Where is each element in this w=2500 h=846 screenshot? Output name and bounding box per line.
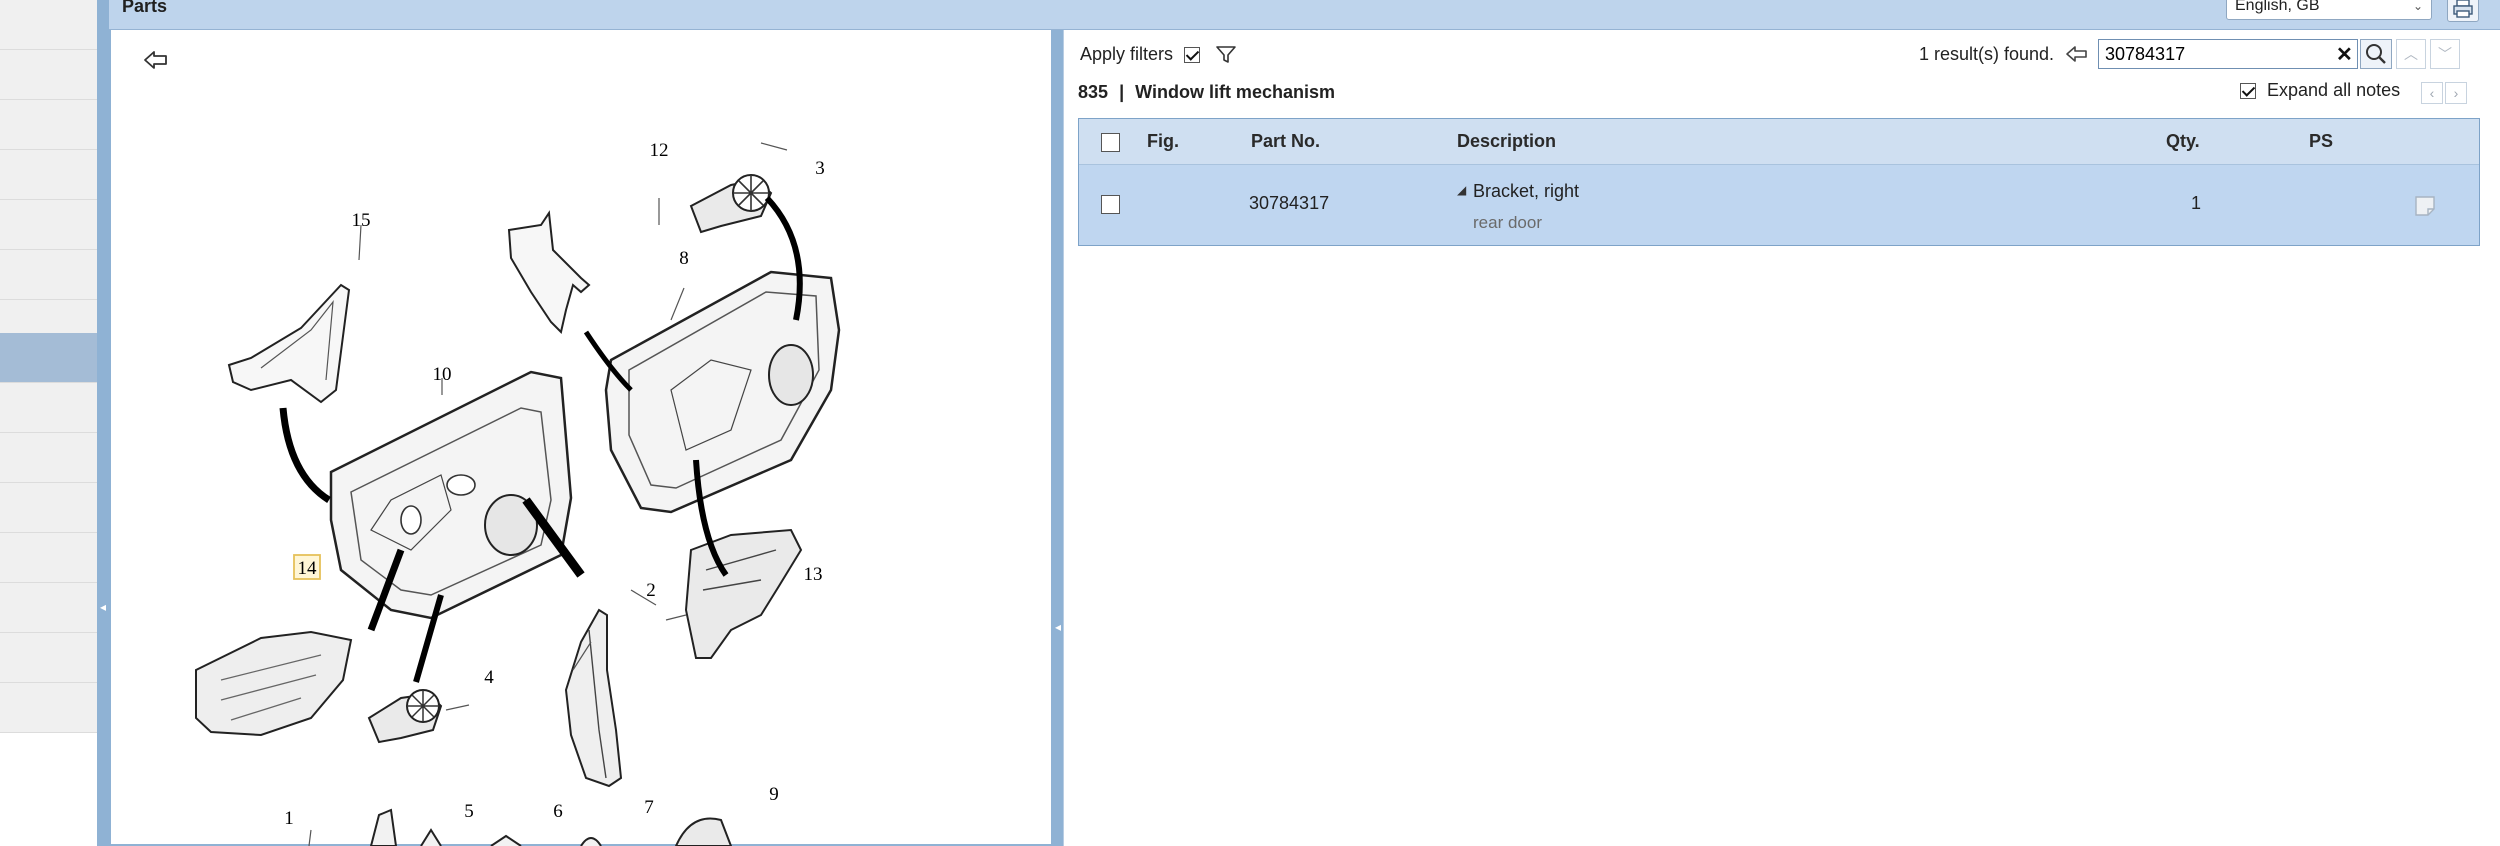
- column-description[interactable]: Description: [1457, 131, 1556, 152]
- nav-tab[interactable]: [0, 433, 97, 483]
- column-part-no[interactable]: Part No.: [1251, 131, 1320, 152]
- search-input[interactable]: [2098, 39, 2358, 69]
- callout-15[interactable]: 15: [352, 210, 371, 231]
- note-previous-button[interactable]: ‹: [2421, 82, 2443, 104]
- callout-9[interactable]: 9: [769, 784, 779, 805]
- left-navigation: [0, 0, 97, 846]
- expand-notes-label: Expand all notes: [2267, 80, 2401, 100]
- table-header: Fig. Part No. Description Qty. PS: [1079, 119, 2479, 165]
- apply-filters-label: Apply filters: [1080, 44, 1174, 64]
- note-icon[interactable]: [2414, 195, 2436, 217]
- collapse-grip-icon[interactable]: ◂: [100, 600, 106, 614]
- row-description: Bracket, right: [1473, 181, 1580, 201]
- callout-4[interactable]: 4: [484, 667, 494, 688]
- nav-splitter[interactable]: ◂: [97, 0, 109, 846]
- next-result-button[interactable]: ﹀: [2430, 39, 2460, 69]
- language-select[interactable]: English, GB ⌄: [2226, 0, 2432, 20]
- illustration-panel: 15 12 3 8 10 14 2 13 4 1 5 6 7 9: [109, 30, 1053, 846]
- search-back-button[interactable]: [2064, 42, 2090, 66]
- nav-tab-active[interactable]: [0, 333, 97, 383]
- arrow-left-icon: [2066, 46, 2087, 62]
- row-note: rear door: [1473, 213, 1542, 232]
- row-checkbox[interactable]: [1101, 195, 1120, 214]
- header-bar: Parts English, GB ⌄: [109, 0, 2500, 30]
- parts-table: Fig. Part No. Description Qty. PS 307843…: [1078, 118, 2480, 246]
- nav-tab[interactable]: [0, 200, 97, 250]
- page-title: Parts: [122, 0, 168, 16]
- chevron-left-icon: ‹: [2429, 85, 2435, 101]
- expand-all-notes: Expand all notes: [2240, 80, 2400, 101]
- funnel-icon[interactable]: [1215, 45, 1237, 65]
- callout-8[interactable]: 8: [679, 248, 689, 269]
- collapse-grip-icon[interactable]: ◂: [1055, 620, 1061, 634]
- callout-14[interactable]: 14: [298, 558, 318, 579]
- callout-6[interactable]: 6: [553, 801, 563, 822]
- panel-splitter[interactable]: ◂: [1053, 30, 1063, 846]
- callout-1[interactable]: 1: [284, 808, 294, 829]
- row-part-no: 30784317: [1249, 193, 1330, 213]
- note-next-button[interactable]: ›: [2445, 82, 2467, 104]
- previous-result-button[interactable]: ︿: [2396, 39, 2426, 69]
- group-number: 835: [1078, 82, 1109, 102]
- nav-tab[interactable]: [0, 483, 97, 533]
- column-ps[interactable]: PS: [2309, 131, 2333, 152]
- group-heading: 835 | Window lift mechanism: [1078, 82, 1335, 103]
- chevron-up-icon: ︿: [2404, 46, 2418, 62]
- chevron-down-icon: ﹀: [2438, 46, 2452, 62]
- language-value: English, GB: [2235, 0, 2320, 14]
- apply-filters: Apply filters: [1080, 44, 1237, 65]
- row-qty: 1: [2191, 193, 2202, 213]
- expand-notes-checkbox[interactable]: [2240, 83, 2256, 100]
- table-row[interactable]: 30784317 ◢ Bracket, right rear door 1: [1079, 165, 2479, 245]
- callout-13[interactable]: 13: [804, 564, 823, 585]
- chevron-right-icon: ›: [2453, 85, 2459, 101]
- nav-tab[interactable]: [0, 683, 97, 733]
- callout-2[interactable]: 2: [646, 580, 656, 601]
- nav-tab[interactable]: [0, 150, 97, 200]
- callout-10[interactable]: 10: [433, 364, 452, 385]
- magnifier-icon: [2366, 44, 2386, 64]
- nav-tab[interactable]: [0, 583, 97, 633]
- nav-tab[interactable]: [0, 533, 97, 583]
- callout-7[interactable]: 7: [644, 797, 654, 818]
- column-qty[interactable]: Qty.: [2166, 131, 2200, 152]
- nav-tab[interactable]: [0, 250, 97, 300]
- print-button[interactable]: [2447, 0, 2479, 22]
- group-separator: |: [1119, 82, 1125, 102]
- nav-tab[interactable]: [0, 50, 97, 100]
- search-button[interactable]: [2360, 39, 2392, 69]
- result-count: 1 result(s) found.: [1919, 44, 2055, 64]
- parts-panel: Apply filters 1 result(s) found. ✕ ︿ ﹀ 8…: [1063, 30, 2500, 846]
- printer-icon: [2453, 0, 2473, 18]
- callout-3[interactable]: 3: [815, 158, 825, 179]
- nav-tab[interactable]: [0, 100, 97, 150]
- nav-tab[interactable]: [0, 633, 97, 683]
- nav-tab[interactable]: [0, 383, 97, 433]
- callout-12[interactable]: 12: [650, 140, 669, 161]
- exploded-parts-diagram[interactable]: 15 12 3 8 10 14 2 13 4 1 5 6 7 9: [111, 30, 1051, 846]
- apply-filters-checkbox[interactable]: [1184, 47, 1201, 64]
- nav-tab[interactable]: [0, 0, 97, 50]
- select-all-checkbox[interactable]: [1101, 133, 1120, 152]
- collapse-triangle-icon[interactable]: ◢: [1457, 183, 1466, 197]
- close-icon[interactable]: ✕: [2336, 42, 2353, 67]
- group-name: Window lift mechanism: [1135, 82, 1335, 102]
- chevron-down-icon: ⌄: [2412, 0, 2423, 13]
- callout-5[interactable]: 5: [464, 801, 474, 822]
- column-fig[interactable]: Fig.: [1147, 131, 1179, 152]
